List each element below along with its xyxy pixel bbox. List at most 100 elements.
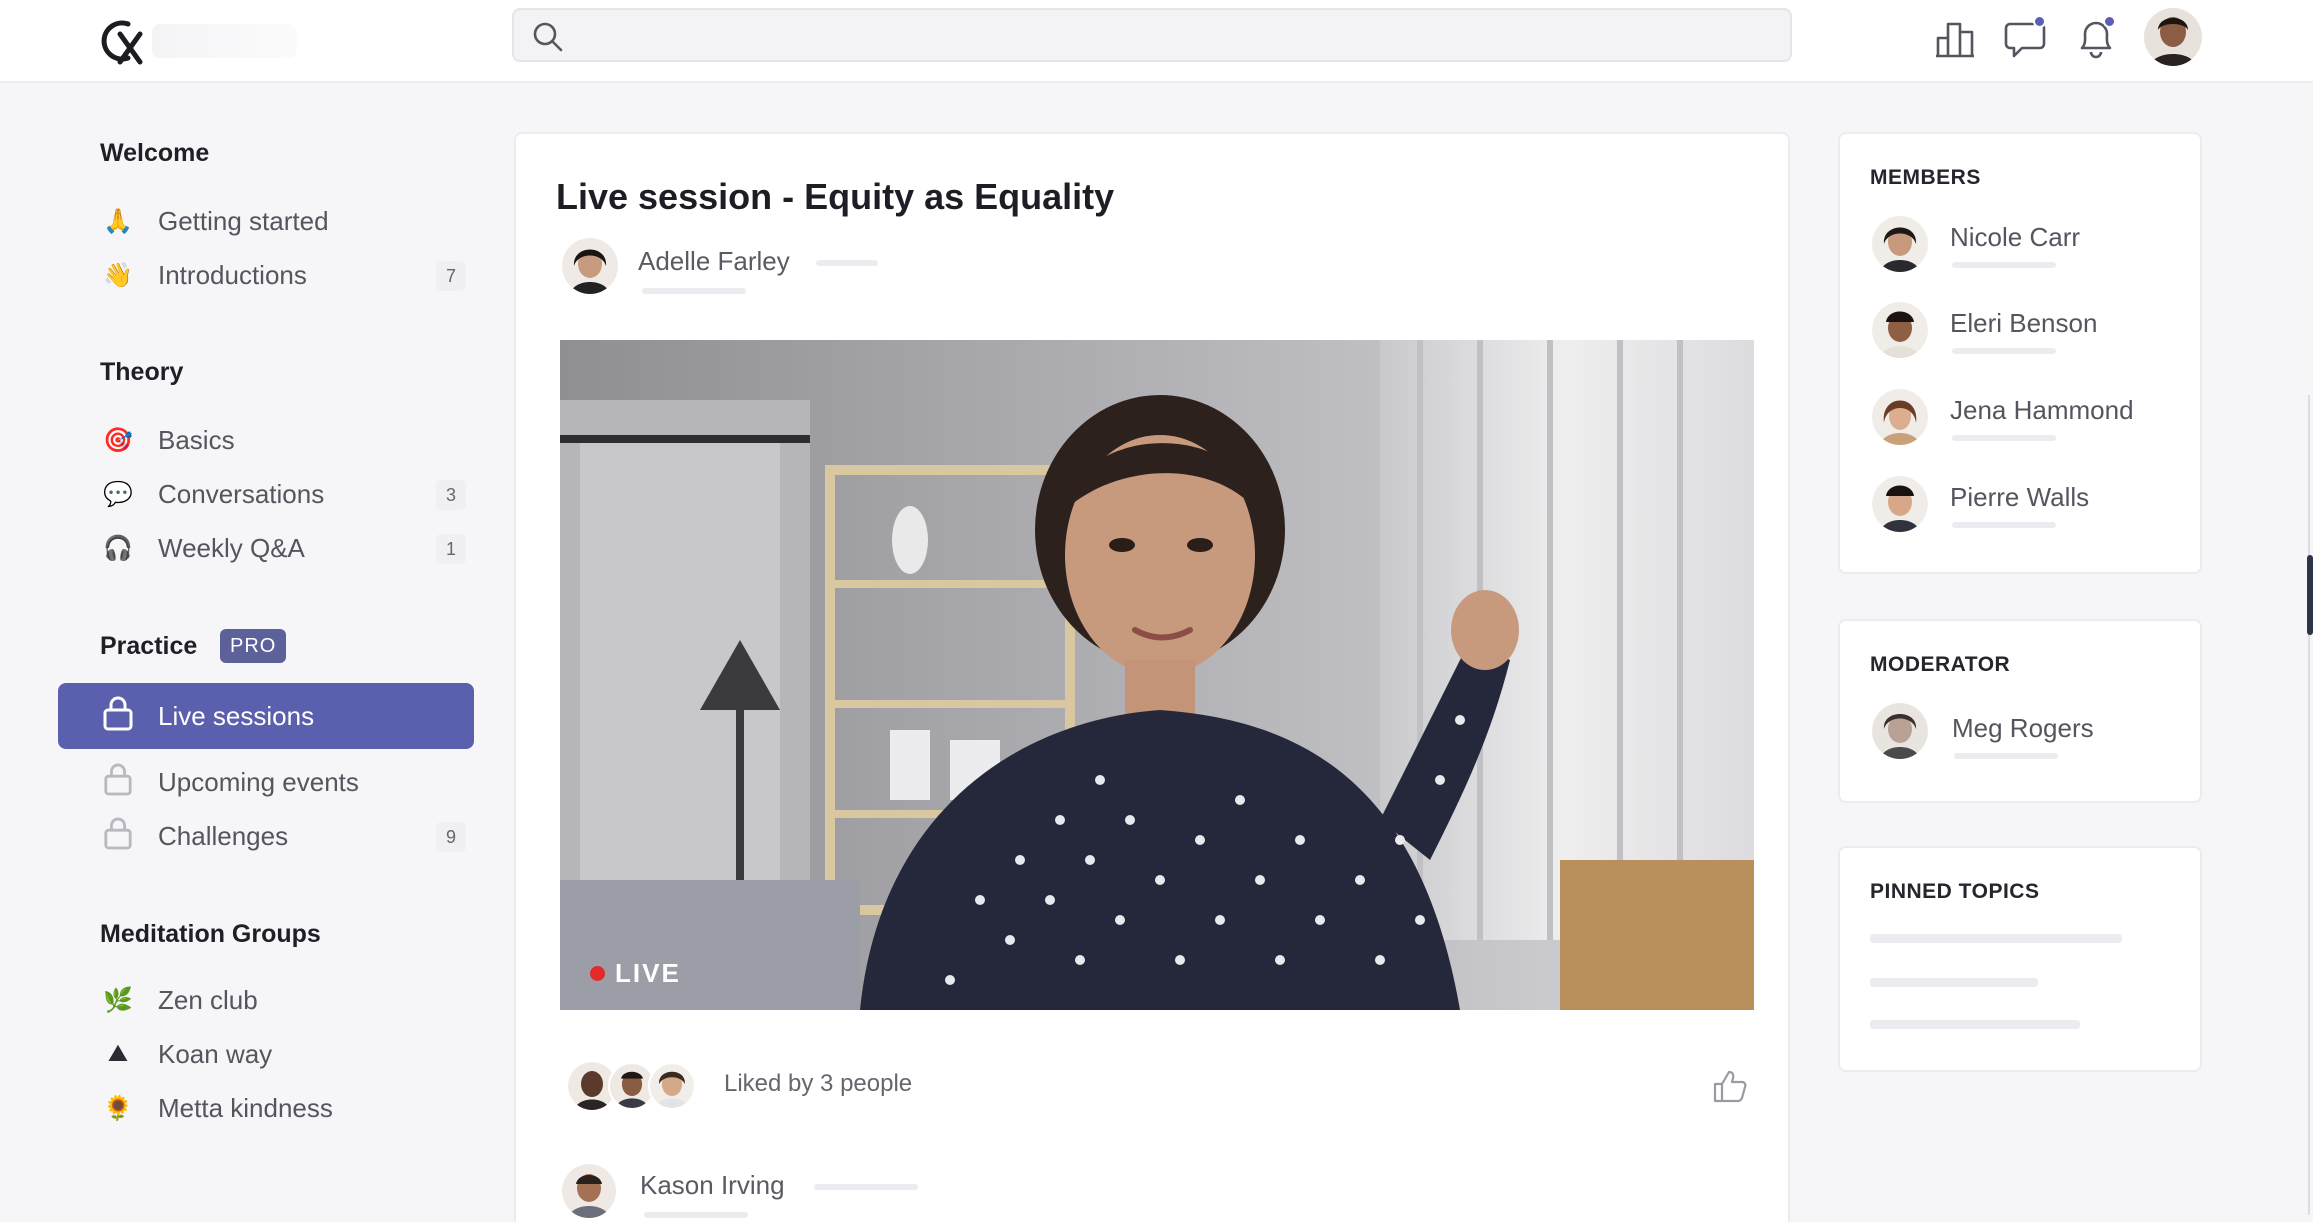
sidebar-item-label: Live sessions xyxy=(158,700,315,731)
wave-icon: 👋 xyxy=(103,261,133,289)
sidebar-item-koan-way[interactable]: ⛰ Koan way xyxy=(58,1027,474,1081)
count-badge: 1 xyxy=(436,534,466,564)
members-title: MEMBERS xyxy=(1870,166,1981,189)
sidebar-item-weekly-qa[interactable]: 🎧 Weekly Q&A 1 xyxy=(58,521,474,575)
leaderboard-button[interactable] xyxy=(1934,16,1978,60)
placeholder-line xyxy=(816,260,878,266)
sidebar-item-conversations[interactable]: 💬 Conversations 3 xyxy=(58,467,474,521)
search-icon xyxy=(533,22,563,52)
sidebar-item-label: Challenges xyxy=(158,820,289,851)
pinned-topics-title: PINNED TOPICS xyxy=(1870,880,2040,903)
leaderboard-icon xyxy=(1936,22,1974,58)
user-avatar[interactable] xyxy=(2144,8,2202,66)
lock-icon xyxy=(98,695,138,738)
member-name[interactable]: Nicole Carr xyxy=(1950,222,2080,253)
sidebar-item-label: Weekly Q&A xyxy=(158,532,305,563)
placeholder-line xyxy=(644,1212,748,1218)
sidebar-item-metta-kindness[interactable]: 🌻 Metta kindness xyxy=(58,1081,474,1135)
live-video-player[interactable]: LIVE xyxy=(560,340,1754,1010)
sidebar-item-label: Zen club xyxy=(158,984,258,1015)
sidebar-item-label: Metta kindness xyxy=(158,1092,333,1123)
pray-icon: 🙏 xyxy=(103,207,133,235)
pinned-topic-placeholder[interactable] xyxy=(1870,934,2122,943)
member-avatar[interactable] xyxy=(1872,302,1928,358)
count-badge: 9 xyxy=(436,822,466,852)
headphones-icon: 🎧 xyxy=(103,534,133,562)
lock-icon xyxy=(98,762,138,803)
sidebar: Welcome 🙏 Getting started 👋 Introduction… xyxy=(0,83,500,1222)
target-icon: 🎯 xyxy=(103,426,133,454)
messages-button[interactable] xyxy=(2004,15,2048,60)
sidebar-item-label: Upcoming events xyxy=(158,766,359,797)
author-avatar[interactable] xyxy=(562,238,618,294)
thumbs-up-icon[interactable] xyxy=(1712,1068,1748,1104)
sidebar-item-label: Koan way xyxy=(158,1038,273,1069)
scrollbar-thumb[interactable] xyxy=(2307,555,2313,635)
search-bar[interactable] xyxy=(512,8,1792,62)
post-author-name[interactable]: Adelle Farley xyxy=(638,246,790,277)
member-name[interactable]: Pierre Walls xyxy=(1950,482,2089,513)
app-name-blurred xyxy=(152,24,297,58)
mountain-icon: ⛰ xyxy=(107,1040,129,1067)
count-badge: 7 xyxy=(436,261,466,291)
member-name[interactable]: Eleri Benson xyxy=(1950,308,2097,339)
sidebar-item-label: Getting started xyxy=(158,205,329,236)
placeholder-line xyxy=(1952,262,2056,268)
sidebar-item-introductions[interactable]: 👋 Introductions 7 xyxy=(58,248,474,302)
placeholder-line xyxy=(814,1184,918,1190)
sidebar-item-upcoming-events[interactable]: Upcoming events xyxy=(58,755,474,809)
section-title-meditation-groups: Meditation Groups xyxy=(100,920,321,948)
pinned-topic-placeholder[interactable] xyxy=(1870,978,2038,987)
post-card: Live session - Equity as Equality Adelle… xyxy=(514,132,1790,1222)
member-name[interactable]: Jena Hammond xyxy=(1950,395,2134,426)
sidebar-item-challenges[interactable]: Challenges 9 xyxy=(58,809,474,863)
app-logo[interactable] xyxy=(94,14,154,70)
section-title-welcome: Welcome xyxy=(100,139,210,167)
moderator-avatar[interactable] xyxy=(1872,703,1928,759)
live-label: LIVE xyxy=(615,958,681,988)
pinned-topic-placeholder[interactable] xyxy=(1870,1020,2080,1029)
herb-icon: 🌿 xyxy=(103,986,133,1014)
placeholder-line xyxy=(1952,435,2056,441)
live-indicator: LIVE xyxy=(590,958,681,989)
sidebar-item-label: Basics xyxy=(158,424,235,455)
search-input[interactable] xyxy=(578,16,1768,54)
sidebar-item-zen-club[interactable]: 🌿 Zen club xyxy=(58,973,474,1027)
sidebar-item-live-sessions[interactable]: Live sessions xyxy=(58,683,474,749)
likes-summary[interactable]: Liked by 3 people xyxy=(724,1070,912,1098)
comment-author-name[interactable]: Kason Irving xyxy=(640,1170,785,1201)
sidebar-item-basics[interactable]: 🎯 Basics xyxy=(58,413,474,467)
recording-dot-icon xyxy=(590,966,605,981)
scrollbar-track[interactable] xyxy=(2308,395,2310,1215)
sunflower-icon: 🌻 xyxy=(103,1094,133,1122)
members-panel: MEMBERS Nicole Carr Eleri Benson Jena Ha… xyxy=(1838,132,2202,574)
member-avatar[interactable] xyxy=(1872,216,1928,272)
member-avatar[interactable] xyxy=(1872,476,1928,532)
notifications-button[interactable] xyxy=(2074,15,2118,60)
section-title-theory: Theory xyxy=(100,358,184,386)
count-badge: 3 xyxy=(436,480,466,510)
notification-dot xyxy=(2103,15,2116,28)
notification-dot xyxy=(2033,15,2046,28)
sidebar-item-label: Introductions xyxy=(158,259,307,290)
member-avatar[interactable] xyxy=(1872,389,1928,445)
speech-bubble-icon: 💬 xyxy=(103,480,133,508)
liker-avatar[interactable] xyxy=(648,1062,696,1110)
lock-icon xyxy=(98,816,138,857)
pro-badge: PRO xyxy=(220,629,287,663)
post-title: Live session - Equity as Equality xyxy=(556,176,1115,217)
placeholder-line xyxy=(642,288,746,294)
placeholder-line xyxy=(1954,753,2058,759)
moderator-title: MODERATOR xyxy=(1870,653,2011,676)
video-frame xyxy=(560,340,1754,1010)
placeholder-line xyxy=(1952,348,2056,354)
top-bar xyxy=(0,0,2313,83)
moderator-name[interactable]: Meg Rogers xyxy=(1952,713,2094,744)
sidebar-item-label: Conversations xyxy=(158,478,325,509)
commenter-avatar[interactable] xyxy=(562,1164,616,1218)
placeholder-line xyxy=(1952,522,2056,528)
pinned-topics-panel: PINNED TOPICS xyxy=(1838,846,2202,1072)
sidebar-item-getting-started[interactable]: 🙏 Getting started xyxy=(58,194,474,248)
section-title-practice: Practice xyxy=(100,632,198,660)
moderator-panel: MODERATOR Meg Rogers xyxy=(1838,619,2202,803)
